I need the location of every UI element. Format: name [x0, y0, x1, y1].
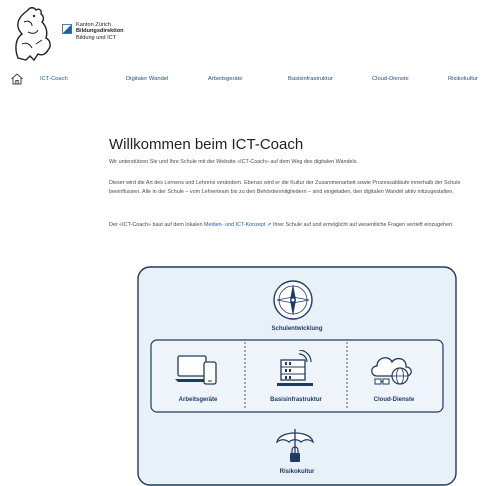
home-icon[interactable] [10, 72, 24, 86]
compass-icon [273, 280, 313, 320]
org-line-directorate: Bildungsdirektion [76, 28, 124, 35]
nav-item-ict-coach[interactable]: ICT-Coach [40, 76, 68, 82]
concept-text-before: Der «ICT-Coach» baut auf dem lokalen [109, 222, 204, 228]
nav-item-arbeitsgeraete[interactable]: Arbeitsgeräte [208, 76, 242, 82]
concept-paragraph: Der «ICT-Coach» baut auf dem lokalen Med… [109, 221, 479, 230]
nav-item-basisinfrastruktur[interactable]: Basisinfrastruktur [288, 76, 333, 82]
umbrella-lock-icon [276, 429, 314, 462]
label-risikokultur: Risikokultur [279, 469, 315, 475]
label-cloud-dienste: Cloud-Dienste [373, 397, 415, 403]
org-line-dept: Bildung und ICT [76, 34, 117, 41]
laptop-phone-icon [175, 355, 217, 385]
label-arbeitsgeraete: Arbeitsgeräte [178, 397, 218, 403]
medien-ict-konzept-link[interactable]: Medien- und ICT-Konzept ↗ [204, 222, 271, 228]
cloud-globe-icon [371, 357, 412, 385]
label-schulentwicklung: Schulentwicklung [271, 326, 323, 332]
zurich-lion-logo-icon[interactable] [8, 4, 56, 62]
body-paragraph: Dieser wird die Art des Lernens und Lehr… [109, 180, 461, 195]
server-infrastructure-icon [277, 350, 313, 386]
intro-paragraph: Wir unterstützen Sie und Ihre Schule mit… [109, 159, 358, 165]
nav-item-cloud-dienste[interactable]: Cloud-Dienste [372, 76, 409, 82]
nav-item-digitaler-wandel[interactable]: Digitaler Wandel [126, 76, 168, 82]
canton-flag-icon [62, 24, 72, 34]
page-title: Willkommen beim ICT-Coach [109, 136, 304, 153]
nav-item-risikokultur[interactable]: Risikokultur [448, 76, 478, 82]
site-header: Kanton Zürich Bildungsdirektion Bildung … [0, 0, 496, 66]
ict-coach-diagram: Schulentwicklung Arbeitsgeräte Basisinfr… [137, 266, 457, 486]
main-navigation: ICT-Coach Digitaler Wandel Arbeitsgeräte… [0, 68, 496, 92]
label-basisinfrastruktur: Basisinfrastruktur [270, 397, 322, 403]
concept-text-after: Ihrer Schule auf und ermöglicht auf wese… [271, 222, 454, 228]
